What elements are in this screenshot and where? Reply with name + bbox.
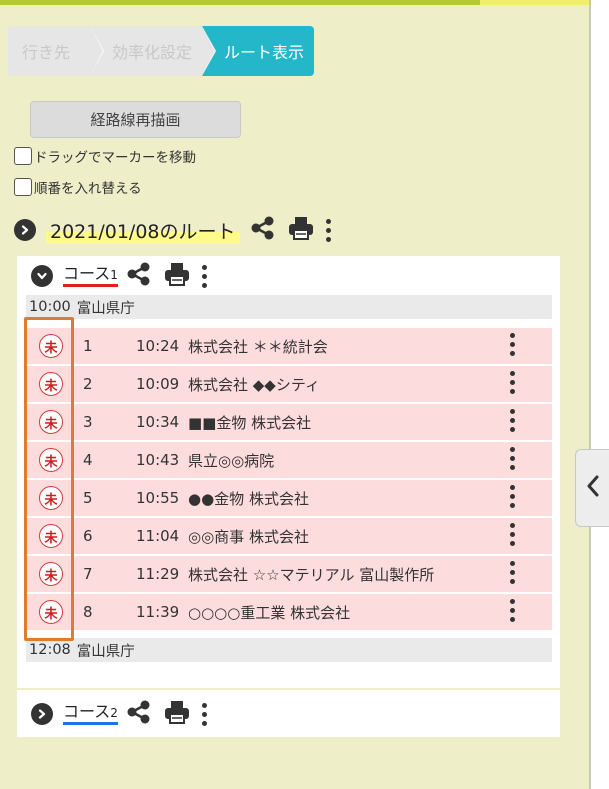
kebab-menu-icon[interactable]	[200, 702, 210, 726]
step-optimize-settings[interactable]: 効率化設定	[90, 26, 216, 76]
stop-row[interactable]: 未 4 10:43 県立◎◎病院	[26, 442, 552, 478]
step-destination[interactable]: 行き先	[8, 26, 104, 76]
stop-number: 4	[83, 451, 93, 469]
reorder-option[interactable]: 順番を入れ替える	[14, 177, 142, 197]
stop-row[interactable]: 未 6 11:04 ◎◎商事 株式会社	[26, 518, 552, 554]
chevron-right-circle-icon[interactable]	[31, 703, 53, 725]
step-label: 行き先	[21, 43, 70, 62]
kebab-menu-icon[interactable]	[324, 218, 334, 242]
status-column-highlight	[24, 317, 74, 641]
route-header: 2021/01/08のルート	[14, 216, 334, 244]
stop-name: 株式会社 ☆☆マテリアル 富山製作所	[188, 565, 435, 584]
stop-time: 11:39	[136, 603, 180, 621]
stop-name: ○○○○重工業 株式会社	[188, 603, 351, 622]
end-time: 12:08	[29, 642, 71, 658]
chevron-left-icon	[586, 475, 600, 501]
share-icon[interactable]	[126, 700, 152, 728]
course-card-1: コース1 10:00 富山県庁 未 1 10:24 株式会社 ＊＊統計会 未 2…	[17, 256, 560, 688]
start-time: 10:00	[29, 299, 71, 315]
kebab-menu-icon[interactable]	[507, 333, 517, 356]
start-place: 富山県庁	[76, 300, 135, 317]
share-icon[interactable]	[126, 262, 152, 290]
stop-row[interactable]: 未 3 10:34 ■■金物 株式会社	[26, 404, 552, 440]
stop-number: 6	[83, 527, 93, 545]
stop-row[interactable]: 未 1 10:24 株式会社 ＊＊統計会	[26, 328, 552, 364]
step-label: ルート表示	[223, 43, 304, 62]
drag-marker-option[interactable]: ドラッグでマーカーを移動	[14, 146, 196, 166]
stop-time: 10:43	[136, 451, 180, 469]
printer-icon[interactable]	[164, 262, 190, 290]
kebab-menu-icon[interactable]	[200, 264, 210, 288]
stop-name: 株式会社 ＊＊統計会	[188, 337, 328, 356]
end-place: 富山県庁	[76, 643, 135, 660]
chevron-down-circle-icon[interactable]	[31, 265, 53, 287]
stop-time: 10:09	[136, 375, 180, 393]
step-breadcrumb: 行き先 効率化設定 ルート表示	[8, 26, 314, 76]
drag-marker-checkbox[interactable]	[14, 147, 32, 165]
top-accent-highlight	[480, 0, 592, 5]
stop-row[interactable]: 未 5 10:55 ●●金物 株式会社	[26, 480, 552, 516]
share-icon[interactable]	[250, 216, 276, 244]
step-label: 効率化設定	[111, 43, 192, 62]
end-place-row: 12:08 富山県庁	[26, 638, 552, 662]
stop-number: 3	[83, 413, 93, 431]
stop-name: 株式会社 ◆◆シティ	[188, 375, 320, 394]
stop-number: 2	[83, 375, 93, 393]
stop-time: 11:29	[136, 565, 180, 583]
redraw-route-button[interactable]: 経路線再描画	[30, 101, 241, 138]
route-title: 2021/01/08のルート	[46, 216, 240, 244]
stop-number: 8	[83, 603, 93, 621]
kebab-menu-icon[interactable]	[507, 599, 517, 622]
stop-name: ◎◎商事 株式会社	[188, 527, 309, 546]
printer-icon[interactable]	[164, 700, 190, 728]
stop-time: 10:55	[136, 489, 180, 507]
drag-marker-label: ドラッグでマーカーを移動	[34, 150, 196, 166]
stop-number: 1	[83, 337, 93, 355]
course-header: コース2	[31, 700, 210, 728]
step-route-display[interactable]: ルート表示	[202, 26, 314, 76]
stop-time: 10:34	[136, 413, 180, 431]
stop-name: ●●金物 株式会社	[188, 489, 309, 508]
printer-icon[interactable]	[288, 216, 314, 244]
stop-time: 10:24	[136, 337, 180, 355]
kebab-menu-icon[interactable]	[507, 561, 517, 584]
reorder-checkbox[interactable]	[14, 178, 32, 196]
course-header: コース1	[31, 262, 210, 290]
kebab-menu-icon[interactable]	[507, 371, 517, 394]
kebab-menu-icon[interactable]	[507, 447, 517, 470]
course-name[interactable]: コース1	[63, 265, 118, 287]
stop-row[interactable]: 未 8 11:39 ○○○○重工業 株式会社	[26, 594, 552, 630]
panel-toggle-button[interactable]	[575, 449, 609, 527]
kebab-menu-icon[interactable]	[507, 523, 517, 546]
kebab-menu-icon[interactable]	[507, 409, 517, 432]
start-place-row: 10:00 富山県庁	[26, 295, 552, 319]
stop-number: 5	[83, 489, 93, 507]
course-name[interactable]: コース2	[63, 703, 118, 725]
stop-name: ■■金物 株式会社	[188, 413, 312, 432]
stop-number: 7	[83, 565, 93, 583]
map-area-edge	[591, 0, 609, 789]
kebab-menu-icon[interactable]	[507, 485, 517, 508]
course-card-2: コース2	[17, 690, 560, 737]
stop-name: 県立◎◎病院	[188, 451, 275, 470]
stop-time: 11:04	[136, 527, 180, 545]
stop-row[interactable]: 未 2 10:09 株式会社 ◆◆シティ	[26, 366, 552, 402]
chevron-right-circle-icon[interactable]	[14, 219, 36, 241]
stop-row[interactable]: 未 7 11:29 株式会社 ☆☆マテリアル 富山製作所	[26, 556, 552, 592]
reorder-label: 順番を入れ替える	[34, 181, 142, 197]
